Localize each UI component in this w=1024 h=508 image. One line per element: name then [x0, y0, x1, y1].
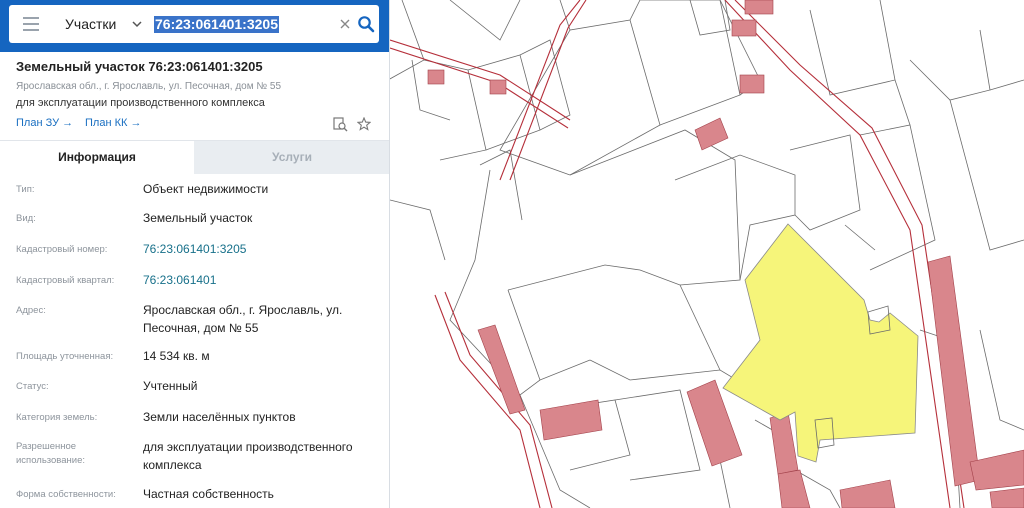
field-value: 14 534 кв. м: [143, 349, 210, 363]
field-label: Тип:: [16, 184, 35, 195]
cadastral-number-link[interactable]: 76:23:061401:3205: [143, 240, 378, 258]
building: [927, 255, 981, 487]
field-value: Объект недвижимости: [143, 182, 269, 196]
field-label: Кадастровый номер:: [16, 244, 108, 255]
close-icon[interactable]: [339, 18, 351, 30]
object-title: Земельный участок 76:23:061401:3205: [16, 59, 263, 74]
field-value: Земли населённых пунктов: [143, 410, 296, 424]
tab-information[interactable]: Информация: [0, 141, 194, 174]
building: [694, 117, 729, 151]
tabs: Информация Услуги: [0, 140, 389, 174]
building: [744, 0, 774, 15]
document-search-icon[interactable]: [333, 117, 348, 132]
map-canvas[interactable]: [390, 0, 1024, 508]
search-input[interactable]: 76:23:061401:3205: [154, 16, 279, 33]
chevron-down-icon[interactable]: [131, 18, 143, 30]
field-label: Форма собственности:: [16, 489, 116, 500]
building: [839, 479, 896, 508]
cadastral-block-link[interactable]: 76:23:061401: [143, 271, 378, 289]
building: [477, 324, 526, 415]
field-value: Земельный участок: [143, 211, 253, 225]
field-label: Статус:: [16, 381, 49, 392]
object-purpose: для эксплуатации производственного компл…: [16, 97, 265, 109]
field-value: Учтенный: [143, 379, 198, 393]
field-label: Адрес:: [16, 305, 46, 316]
plan-zu-link[interactable]: План ЗУ →: [16, 117, 73, 129]
building: [539, 399, 603, 441]
buildings: [427, 0, 1024, 508]
building: [989, 487, 1024, 508]
field-label: Категория земель:: [16, 412, 98, 423]
cadastral-map[interactable]: [390, 0, 1024, 508]
building: [739, 74, 765, 94]
building: [489, 79, 507, 95]
field-label: Площадь уточненная:: [16, 351, 114, 362]
search-icon[interactable]: [357, 15, 375, 33]
tab-services[interactable]: Услуги: [194, 141, 389, 174]
building: [769, 411, 799, 475]
selected-parcel[interactable]: [722, 223, 919, 463]
building: [731, 19, 757, 37]
object-address: Ярославская обл., г. Ярославль, ул. Песо…: [16, 81, 282, 92]
field-value: Частная собственность: [143, 487, 274, 501]
plan-kk-link[interactable]: План КК →: [85, 117, 141, 129]
field-value: Ярославская обл., г. Ярославль, ул. Песо…: [143, 303, 343, 335]
field-label: Вид:: [16, 213, 36, 224]
building: [427, 69, 445, 85]
info-panel: Участки 76:23:061401:3205 Земельный учас…: [0, 0, 390, 508]
field-label: Разрешенное использование:: [16, 441, 86, 466]
field-label: Кадастровый квартал:: [16, 275, 115, 286]
field-value: для эксплуатации производственного компл…: [143, 440, 353, 472]
search-mode-select[interactable]: Участки: [65, 16, 116, 32]
menu-icon[interactable]: [23, 17, 39, 31]
search-box: Участки 76:23:061401:3205: [9, 5, 379, 43]
building: [969, 449, 1024, 491]
star-icon[interactable]: [357, 117, 371, 131]
search-bar: Участки 76:23:061401:3205: [0, 0, 389, 52]
